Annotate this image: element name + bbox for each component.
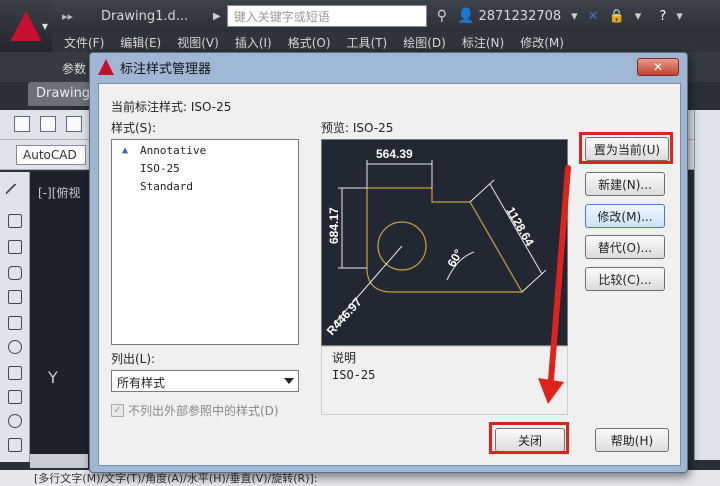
description-value: ISO-25 [332, 368, 376, 382]
autocad-logo-icon [10, 11, 42, 41]
construction-line-icon[interactable] [8, 214, 22, 228]
polyline-icon[interactable] [8, 240, 22, 254]
exchange-icon[interactable]: ✕ [588, 9, 599, 24]
document-tab[interactable]: Drawing [28, 82, 98, 106]
revision-cloud-icon[interactable] [8, 366, 22, 380]
chevron-down-icon: ▼ [41, 22, 48, 31]
menu-file[interactable]: 文件(F) [64, 34, 104, 51]
new-file-icon[interactable] [14, 116, 30, 132]
menu-modify[interactable]: 修改(M) [520, 34, 564, 51]
current-style-label: 当前标注样式: ISO-25 [111, 100, 232, 114]
chevron-down-icon [284, 378, 294, 384]
menu-insert[interactable]: 插入(I) [235, 34, 272, 51]
dialog-body: 当前标注样式: ISO-25 样式(S): ▲ Annotative ISO-2… [98, 83, 681, 466]
preview-label: 预览: ISO-25 [321, 121, 394, 135]
menu-draw[interactable]: 绘图(D) [403, 34, 446, 51]
user-icon[interactable]: 👤 [457, 8, 474, 24]
list-filter-value: 所有样式 [117, 376, 166, 390]
list-filter-select[interactable]: 所有样式 [111, 370, 299, 392]
ucs-y-axis: Y [48, 368, 58, 387]
lock-icon[interactable]: 🔒 [609, 9, 625, 24]
list-label: 列出(L): [111, 352, 156, 366]
style-preview: 564.39 684.17 1128.64 60° R446.97 [321, 139, 568, 346]
dim-text-width: 564.39 [376, 147, 413, 161]
draw-toolbar [0, 172, 30, 462]
line-icon[interactable] [5, 183, 25, 203]
chevron-down-icon[interactable]: ▾ [635, 9, 642, 24]
chevron-down-icon[interactable]: ▾ [676, 9, 683, 24]
title-arrow-icon[interactable]: ▶ [213, 11, 221, 22]
autocad-logo-icon [98, 59, 114, 75]
binoculars-icon[interactable]: ⚲ [437, 8, 447, 24]
dim-text-height: 684.17 [327, 207, 341, 244]
dialog-title-bar[interactable]: 标注样式管理器 [90, 53, 687, 81]
compare-button[interactable]: 比较(C)... [585, 267, 665, 291]
help-button[interactable]: 帮助(H) [595, 428, 669, 452]
arc-icon[interactable] [8, 316, 22, 330]
override-button[interactable]: 替代(O)... [585, 235, 665, 259]
styles-label: 样式(S): [111, 121, 157, 135]
styles-list[interactable]: ▲ Annotative ISO-25 Standard [111, 139, 299, 345]
description-box: 说明 ISO-25 [321, 346, 568, 415]
open-file-icon[interactable] [40, 116, 56, 132]
dim-text-angle: 60° [444, 247, 465, 270]
quick-access-expand-icon[interactable]: ▸▸ [62, 10, 73, 23]
window-title: Drawing1.d... [101, 8, 189, 24]
help-icon[interactable]: ? [659, 9, 666, 24]
user-id[interactable]: 2871232708 [478, 9, 561, 24]
autocad-app-button[interactable]: ▼ [0, 0, 52, 52]
workspace-select[interactable]: AutoCAD [16, 145, 86, 165]
ribbon-label[interactable]: 参数 [62, 60, 86, 77]
chevron-down-icon[interactable]: ▾ [571, 9, 578, 24]
right-toolbar [694, 110, 720, 460]
menu-dimension[interactable]: 标注(N) [462, 34, 504, 51]
preview-drawing: 564.39 684.17 1128.64 60° R446.97 [324, 147, 547, 338]
list-item[interactable]: Standard [140, 180, 193, 193]
menu-edit[interactable]: 编辑(E) [120, 34, 161, 51]
xref-filter-checkbox[interactable]: ✓ [111, 404, 124, 417]
title-bar: ▸▸ Drawing1.d... ▶ 键入关键字或短语 ⚲ 👤 28712327… [52, 0, 720, 32]
drawing-canvas[interactable]: [-][俯视 Y [30, 172, 88, 454]
ellipse-arc-icon[interactable] [8, 438, 22, 452]
xref-filter-row: ✓ 不列出外部参照中的样式(D) [111, 402, 279, 419]
close-button[interactable]: ✕ [637, 58, 679, 76]
dim-text-radius: R446.97 [324, 295, 365, 338]
menu-view[interactable]: 视图(V) [177, 34, 219, 51]
highlight-box [579, 132, 673, 164]
save-icon[interactable] [66, 116, 82, 132]
highlight-box [489, 422, 569, 454]
ellipse-icon[interactable] [8, 414, 22, 428]
menu-tools[interactable]: 工具(T) [347, 34, 388, 51]
new-button[interactable]: 新建(N)... [585, 172, 665, 196]
horizontal-scrollbar[interactable] [30, 454, 88, 468]
search-input[interactable]: 键入关键字或短语 [226, 5, 427, 27]
menu-format[interactable]: 格式(O) [288, 34, 331, 51]
annotative-icon: ▲ [122, 145, 129, 156]
viewport-label[interactable]: [-][俯视 [38, 184, 80, 201]
rectangle-icon[interactable] [8, 290, 22, 304]
dimension-style-manager-dialog: 标注样式管理器 ✕ 当前标注样式: ISO-25 样式(S): ▲ Annota… [89, 52, 688, 473]
list-item[interactable]: ISO-25 [140, 162, 180, 175]
description-label: 说明 [332, 351, 357, 365]
preview-outline [366, 187, 524, 293]
menu-bar: 文件(F) 编辑(E) 视图(V) 插入(I) 格式(O) 工具(T) 绘图(D… [52, 32, 720, 52]
xref-filter-label: 不列出外部参照中的样式(D) [128, 404, 279, 418]
spline-icon[interactable] [8, 390, 22, 404]
dim-text-slant: 1128.64 [503, 205, 537, 249]
list-item[interactable]: ▲ Annotative [122, 144, 206, 157]
circle-icon[interactable] [8, 340, 22, 354]
modify-button[interactable]: 修改(M)... [585, 204, 665, 228]
dialog-title: 标注样式管理器 [120, 61, 212, 77]
polygon-icon[interactable] [8, 266, 22, 280]
